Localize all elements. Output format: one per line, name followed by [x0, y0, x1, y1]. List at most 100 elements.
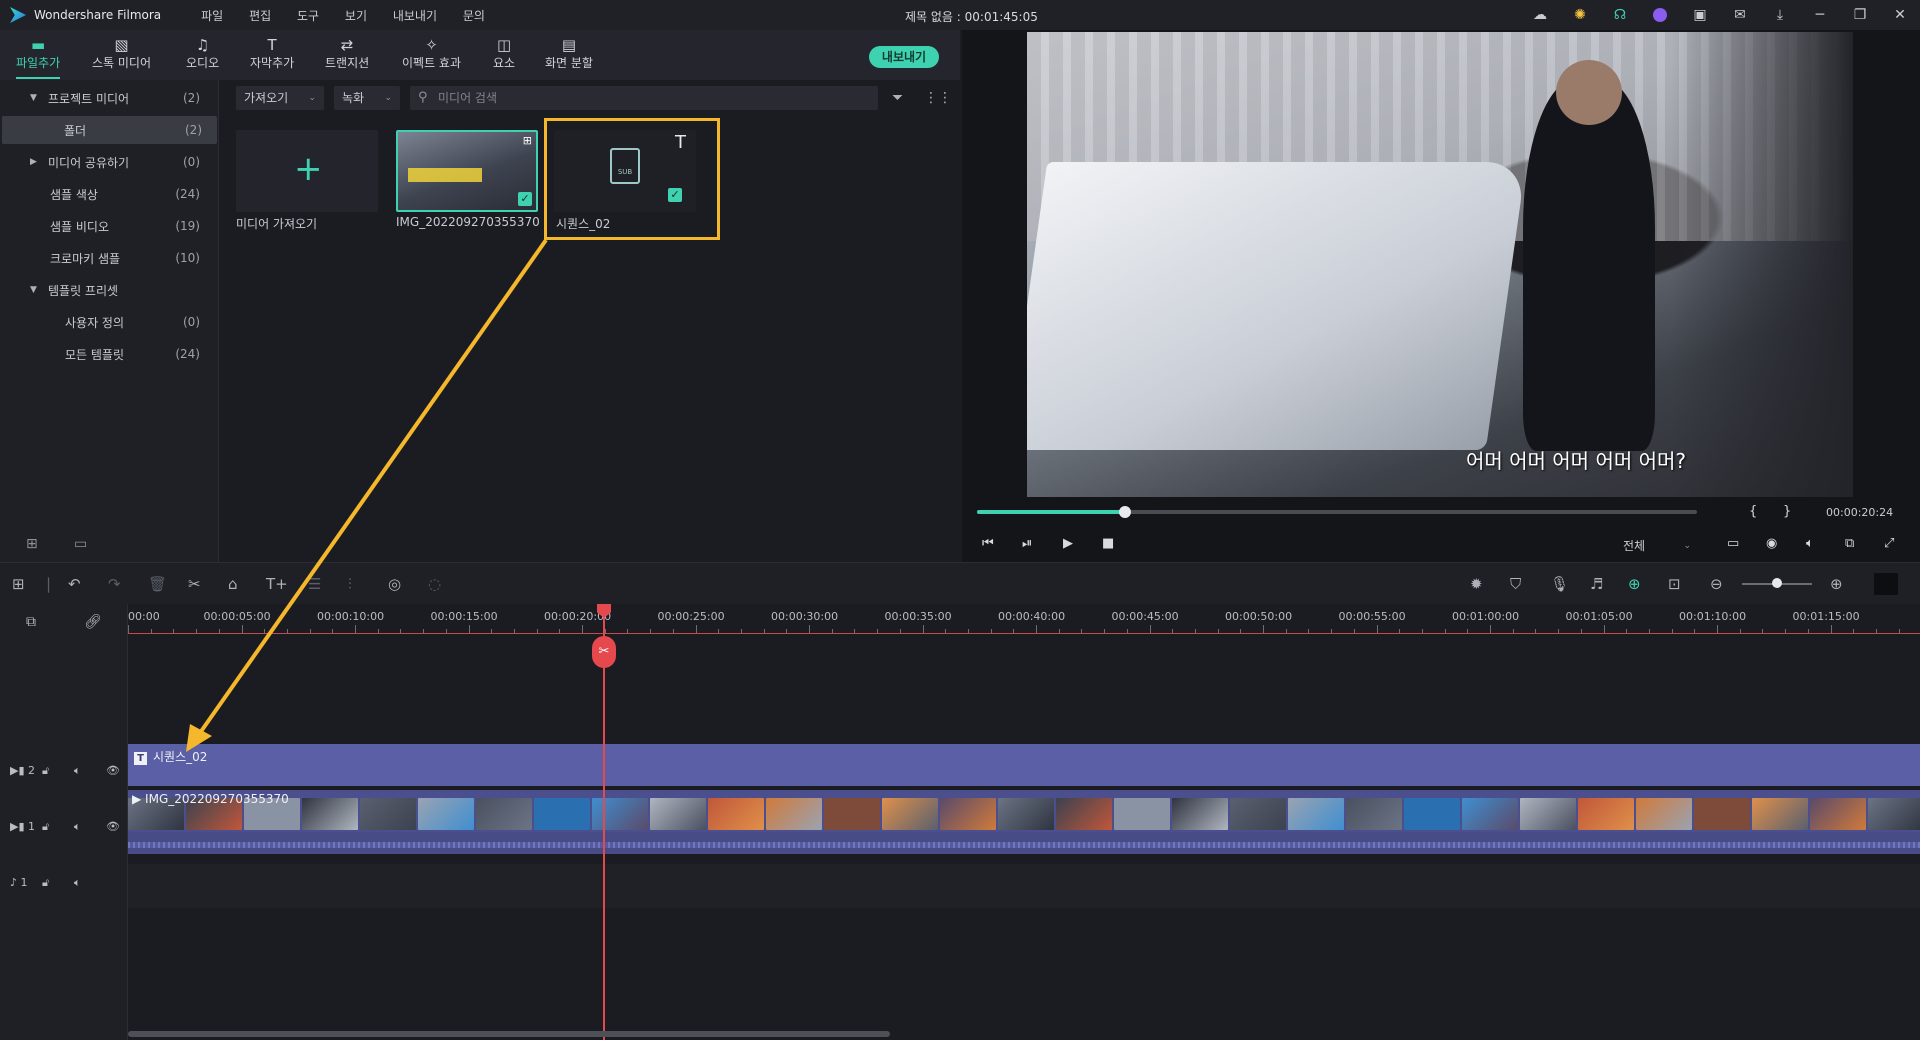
mark-out-button[interactable]: } [1783, 504, 1791, 519]
mail-icon[interactable]: ✉ [1720, 0, 1760, 30]
media-clip-video[interactable]: ⊞ ✓ [396, 130, 538, 212]
account-icon[interactable] [1640, 0, 1680, 30]
previous-frame-icon[interactable]: ⏮ [982, 536, 994, 551]
panel-toggle-icon[interactable] [1874, 573, 1898, 595]
close-icon[interactable]: ✕ [1880, 0, 1920, 30]
volume-icon[interactable]: 🔈︎ [1806, 536, 1814, 551]
eye-icon[interactable]: 👁︎ [106, 820, 120, 833]
lightbulb-icon[interactable]: ✺ [1560, 0, 1600, 30]
tab-split-screen[interactable]: ▤ 화면 분할 [545, 36, 593, 71]
sidebar-item-template-presets[interactable]: ▼ 템플릿 프리셋 [0, 276, 218, 304]
lock-icon[interactable]: 🔓︎ [42, 820, 49, 834]
zoom-out-icon[interactable]: ⊖ [1710, 575, 1723, 593]
play-frame-icon[interactable]: ⏯ [1022, 536, 1032, 551]
adjust-icon[interactable]: ☰ [308, 575, 321, 593]
record-dropdown[interactable]: 녹화 ⌄ [334, 86, 400, 110]
export-button[interactable]: 내보내기 [869, 46, 939, 68]
lock-icon[interactable]: 🔓︎ [42, 764, 49, 778]
tab-audio[interactable]: ♫ 오디오 [186, 36, 219, 71]
zoom-slider-handle[interactable] [1772, 578, 1782, 588]
menu-export[interactable]: 내보내기 [393, 9, 437, 23]
sidebar-item-shared-media[interactable]: ▶ 미디어 공유하기 (0) [0, 148, 218, 176]
menu-view[interactable]: 보기 [345, 9, 367, 23]
speaker-icon[interactable]: 🔈︎ [74, 820, 81, 834]
fit-icon[interactable]: ⊡ [1668, 575, 1681, 593]
color-match-icon[interactable]: ◌ [428, 575, 441, 593]
tab-add-files[interactable]: ▬ 파일추가 [16, 36, 61, 79]
headset-icon[interactable]: ☊ [1600, 0, 1640, 30]
sidebar-item-sample-videos[interactable]: 샘플 비디오 (19) [0, 212, 218, 240]
redo-icon[interactable]: ↷ [108, 575, 121, 593]
link-icon[interactable]: 🔗︎ [84, 614, 102, 630]
sidebar-item-project-media[interactable]: ▼ 프로젝트 미디어 (2) [0, 84, 218, 112]
new-folder-icon[interactable]: ⊞ [26, 536, 38, 552]
search-input[interactable] [438, 86, 858, 110]
tab-transitions[interactable]: ⇄ 트랜지션 [325, 36, 369, 71]
save-icon[interactable]: ▣ [1680, 0, 1720, 30]
add-track-icon[interactable]: ⧉ [26, 614, 36, 630]
eye-icon[interactable]: 👁︎ [106, 764, 120, 777]
restore-icon[interactable]: ❐ [1840, 0, 1880, 30]
display-icon[interactable]: ▭ [1727, 536, 1739, 551]
layout-icon[interactable]: ⊞ [12, 575, 25, 593]
menu-file[interactable]: 파일 [201, 9, 223, 23]
scrubber-handle[interactable] [1118, 506, 1131, 518]
sidebar-item-chroma-samples[interactable]: 크로마키 샘플 (10) [0, 244, 218, 272]
subtitle-clip[interactable]: T 시퀀스_02 [128, 744, 1920, 786]
play-icon[interactable]: ▶ [1063, 536, 1073, 551]
track-number: 1 [20, 876, 28, 889]
cut-icon[interactable]: ✂ [188, 575, 201, 593]
marker-icon[interactable]: ⛉ [1510, 575, 1521, 593]
pip-icon[interactable]: ⧉ [1845, 536, 1854, 551]
timeline-horizontal-scrollbar[interactable] [128, 1031, 890, 1037]
grid-view-icon[interactable]: ⋮⋮ [924, 90, 952, 106]
audio-mixer-icon[interactable]: ♬ [1590, 575, 1603, 593]
speed-icon[interactable]: ◎ [388, 575, 401, 593]
snap-icon[interactable]: ⊕ [1628, 575, 1641, 593]
undo-icon[interactable]: ↶ [68, 575, 81, 593]
tab-effects[interactable]: ✧ 이펙트 효과 [402, 36, 461, 71]
minimize-icon[interactable]: ─ [1800, 0, 1840, 30]
snapshot-icon[interactable]: ◉ [1766, 536, 1777, 551]
filter-icon[interactable]: ⏷ [892, 90, 903, 106]
tab-stock-media[interactable]: ▧ 스톡 미디어 [92, 36, 151, 71]
speaker-icon[interactable]: 🔈︎ [74, 764, 81, 778]
playhead-line[interactable] [603, 604, 605, 1040]
sidebar-item-sample-colors[interactable]: 샘플 색상 (24) [0, 180, 218, 208]
timeline-zoom-slider[interactable] [1742, 578, 1812, 588]
audio-waveform-clip[interactable] [128, 832, 1920, 854]
add-text-icon[interactable]: T+ [266, 575, 288, 593]
lock-icon[interactable]: 🔓︎ [42, 876, 49, 890]
render-icon[interactable]: ✹ [1470, 575, 1483, 593]
import-media-tile[interactable]: + [236, 130, 378, 212]
tag-icon[interactable]: ⌂ [228, 575, 238, 593]
preview-scrubber[interactable] [977, 506, 1697, 518]
speaker-icon[interactable]: 🔈︎ [74, 876, 81, 890]
mark-in-button[interactable]: { [1749, 504, 1757, 519]
stop-icon[interactable]: ■ [1102, 536, 1114, 551]
sidebar-item-folder[interactable]: 폴더 (2) [2, 116, 217, 144]
audio-wave-icon[interactable]: ⫶ [348, 575, 352, 593]
zoom-in-icon[interactable]: ⊕ [1830, 575, 1843, 593]
menu-help[interactable]: 문의 [463, 9, 485, 23]
tab-elements[interactable]: ◫ 요소 [493, 36, 515, 71]
microphone-icon[interactable]: 🎙︎ [1550, 575, 1569, 593]
video-type-icon: ⊞ [522, 134, 532, 147]
ruler-tick-label: 00:00:35:00 [884, 610, 952, 623]
scissors-icon[interactable]: ✂ [592, 636, 616, 668]
download-icon[interactable]: ⤓ [1760, 0, 1800, 30]
import-dropdown[interactable]: 가져오기 ⌄ [236, 86, 324, 110]
menu-tools[interactable]: 도구 [297, 9, 319, 23]
ruler-tick [1308, 629, 1310, 633]
tab-titles[interactable]: T 자막추가 [250, 36, 294, 71]
folder-outline-icon[interactable]: ▭ [74, 536, 87, 552]
sidebar-item-custom[interactable]: 사용자 정의 (0) [0, 308, 218, 336]
menu-edit[interactable]: 편집 [249, 9, 271, 23]
video-clip[interactable]: ▶ IMG_20220927035537​0 [128, 790, 1920, 832]
fullscreen-icon[interactable]: ⤢ [1884, 536, 1894, 551]
timeline-ruler[interactable]: 00:00 00:00:05:00 00:00:10:00 00:00:15:00 00… [128, 604, 1920, 634]
sidebar-item-all-templates[interactable]: 모든 템플릿 (24) [0, 340, 218, 368]
preview-zoom-select[interactable]: 전체 ⌄ [1617, 535, 1697, 557]
cloud-icon[interactable]: ☁ [1520, 0, 1560, 30]
delete-icon[interactable]: 🗑︎ [148, 575, 167, 593]
